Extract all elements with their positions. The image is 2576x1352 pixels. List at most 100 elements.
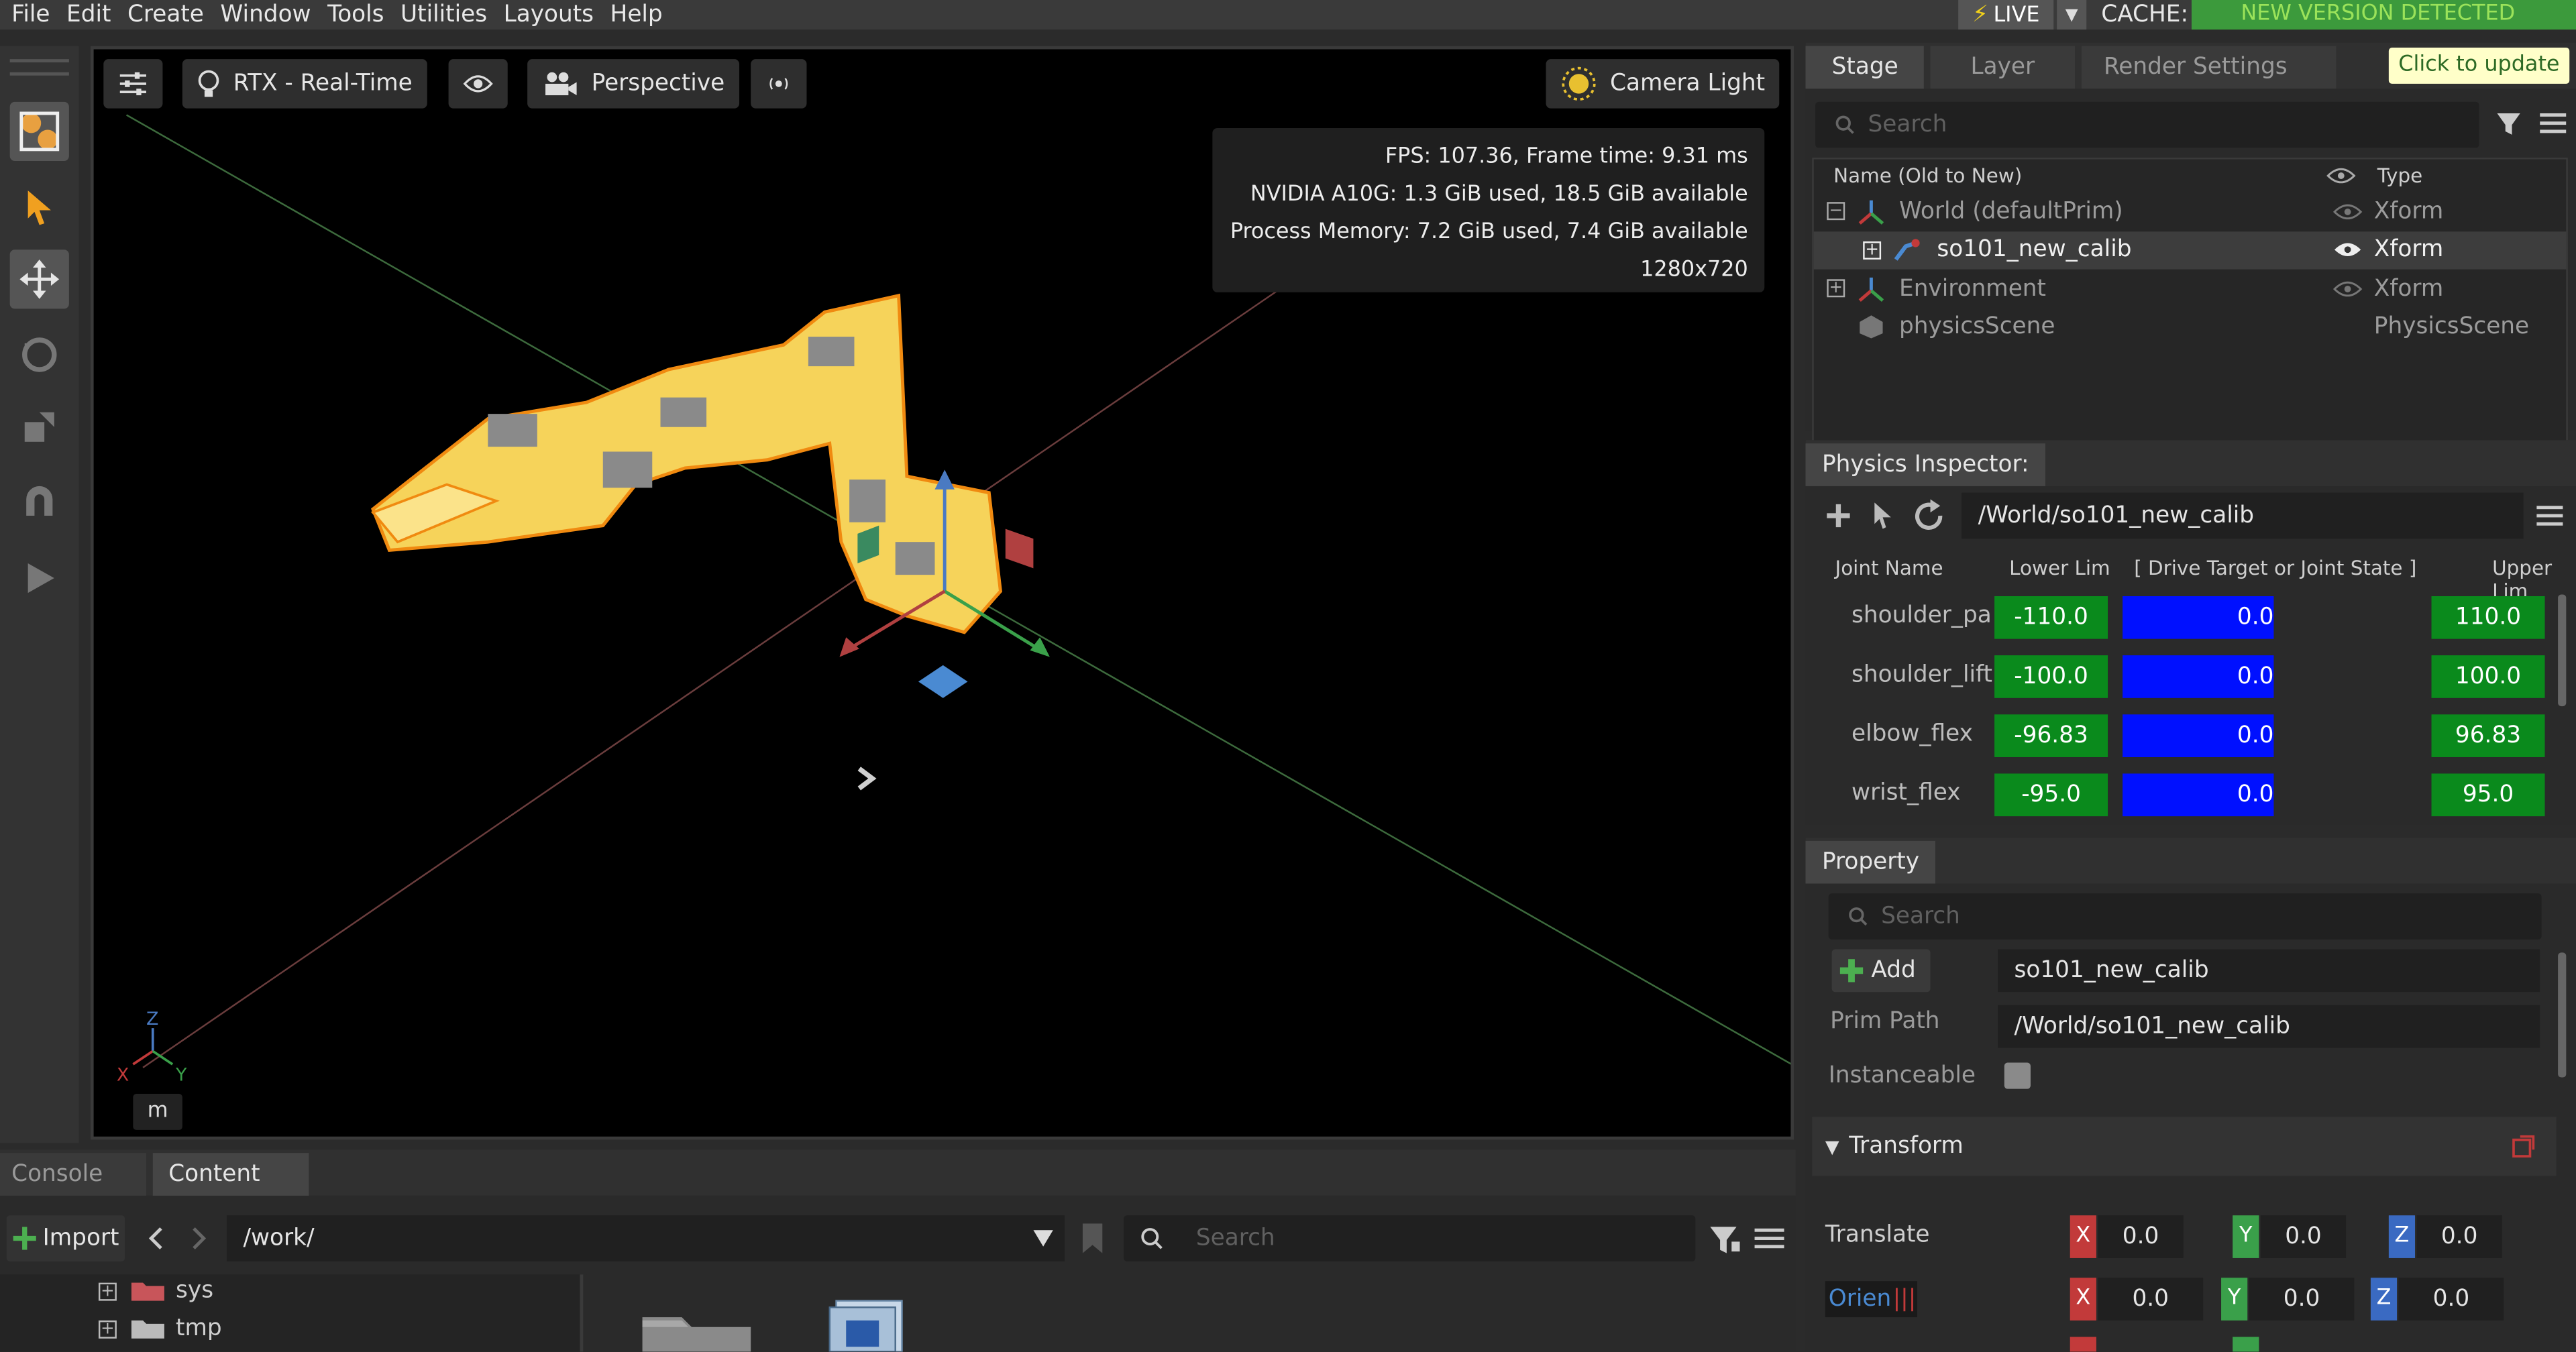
orient-z-field[interactable]: 0.0 [2398,1278,2504,1320]
menu-utilities[interactable]: Utilities [389,0,492,30]
select-mode-button[interactable] [9,101,69,162]
expand-icon[interactable]: + [98,1282,117,1300]
instanceable-checkbox[interactable] [2004,1062,2031,1089]
render-mode-button[interactable]: RTX - Real-Time [182,59,427,109]
scale-tool-button[interactable] [10,398,69,457]
visibility-icon[interactable] [2333,242,2363,258]
camera-button[interactable]: Perspective [527,59,740,109]
stage-row-so101[interactable]: + so101_new_calib Xform [1813,231,2567,270]
expand-icon[interactable]: + [1827,279,1845,298]
menu-help[interactable]: Help [598,0,667,30]
tab-console[interactable]: Console [0,1153,146,1196]
folder-icon [131,1282,164,1301]
upper-limit-field[interactable]: 110.0 [2431,596,2545,639]
lower-limit-field[interactable]: -110.0 [1994,596,2108,639]
chevron-right-icon[interactable] [857,767,877,791]
transform-section-header[interactable]: ▼ Transform [1812,1117,2557,1176]
toolbar-grip[interactable] [9,59,69,76]
viewport-settings-button[interactable] [103,59,163,109]
tree-item-sys[interactable]: + sys [98,1278,213,1304]
property-search-input[interactable]: Search [1828,893,2542,940]
menu-create[interactable]: Create [116,0,209,30]
drive-target-slider[interactable]: 0.0 [2123,773,2274,817]
filter-icon[interactable] [2496,112,2525,138]
back-icon[interactable] [148,1227,164,1249]
property-scrollbar[interactable] [2558,952,2567,1078]
rotate-tool-button[interactable] [10,325,69,384]
translate-y-field[interactable]: 0.0 [2260,1215,2347,1258]
menu-icon[interactable] [2536,504,2563,527]
orient-mode-button[interactable]: Orien ||| [1825,1281,1917,1318]
menu-icon[interactable] [2540,112,2567,135]
cache-status-banner[interactable]: NEW VERSION DETECTED [2191,0,2576,30]
tab-physics-inspector[interactable]: Physics Inspector: [1805,443,2046,486]
visibility-button[interactable] [448,59,508,109]
upper-limit-field[interactable]: 100.0 [2431,655,2545,698]
translate-x-field[interactable]: 0.0 [2098,1215,2184,1258]
tab-stage[interactable]: Stage [1805,46,1925,89]
add-icon[interactable] [1825,502,1851,528]
select-tool-button[interactable] [10,177,69,236]
live-button[interactable]: ⚡ LIVE [1958,0,2054,30]
physics-scrollbar[interactable] [2558,594,2567,707]
prim-name-field[interactable]: so101_new_calib [1997,949,2540,993]
visibility-icon[interactable] [2332,203,2363,219]
orient-y-field[interactable]: 0.0 [2249,1278,2355,1320]
unit-badge[interactable]: m [133,1094,182,1130]
audio-button[interactable] [751,59,807,109]
col-name-header[interactable]: Name (Old to New) [1833,164,2022,187]
forward-icon[interactable] [191,1227,207,1249]
orient-x-field[interactable]: 0.0 [2098,1278,2204,1320]
menu-file[interactable]: File [0,0,55,30]
lower-limit-field[interactable]: -96.83 [1994,714,2108,757]
stage-row-world[interactable]: − World (defaultPrim) Xform [1814,192,2567,231]
tree-item-tmp[interactable]: + tmp [98,1316,222,1342]
menu-tools[interactable]: Tools [316,0,389,30]
stage-row-physicsscene[interactable]: physicsScene PhysicsScene [1814,308,2567,347]
folder-thumbnail-icon[interactable] [639,1310,754,1352]
content-search-input[interactable]: Search [1124,1215,1696,1261]
visibility-icon[interactable] [2332,280,2363,296]
live-dropdown[interactable]: ▼ [2057,0,2087,30]
menu-window[interactable]: Window [209,0,316,30]
upper-limit-field[interactable]: 95.0 [2431,773,2545,817]
tab-property[interactable]: Property [1805,840,1936,884]
menu-edit[interactable]: Edit [55,0,116,30]
refresh-icon[interactable] [1911,499,1947,532]
tab-content[interactable]: Content [152,1153,310,1196]
play-button[interactable] [10,549,69,608]
tab-layer[interactable]: Layer [1931,46,2074,89]
menu-layouts[interactable]: Layouts [492,0,598,30]
stage-search-input[interactable]: Search [1815,101,2479,148]
snap-tool-button[interactable] [10,473,69,532]
pick-cursor-icon[interactable] [1871,501,1894,530]
expand-icon[interactable]: + [98,1319,117,1338]
update-button[interactable]: Click to update [2388,48,2570,84]
lower-limit-field[interactable]: -100.0 [1994,655,2108,698]
content-path-field[interactable]: /work/ [226,1215,1065,1261]
collapse-icon[interactable]: − [1827,202,1845,221]
move-tool-button[interactable] [9,249,69,309]
menu-icon[interactable] [1754,1227,1784,1249]
filter-icon[interactable] [1709,1225,1741,1255]
prim-path-field[interactable]: /World/so101_new_calib [1997,1005,2540,1048]
upper-limit-field[interactable]: 96.83 [2431,714,2545,757]
bookmark-icon[interactable] [1079,1222,1106,1255]
viewport[interactable]: Z X Y RTX - Real-Time Perspective Camera… [90,46,1794,1140]
drive-target-slider[interactable]: 0.0 [2123,596,2274,639]
camera-light-button[interactable]: Camera Light [1546,59,1780,109]
usd-file-thumbnail-icon[interactable] [820,1294,912,1352]
drive-target-slider[interactable]: 0.0 [2123,714,2274,757]
physics-path-field[interactable]: /World/so101_new_calib [1962,492,2524,539]
drive-target-slider[interactable]: 0.0 [2123,655,2274,698]
frame-icon[interactable] [2510,1133,2536,1160]
tab-render-settings[interactable]: Render Settings [2080,46,2337,89]
path-dropdown-icon[interactable] [1032,1229,1055,1248]
translate-z-field[interactable]: 0.0 [2416,1215,2502,1258]
lower-limit-field[interactable]: -95.0 [1994,773,2108,817]
import-button[interactable]: Import [6,1215,125,1261]
robot-arm-model[interactable] [370,293,1002,634]
stage-row-environment[interactable]: + Environment Xform [1814,270,2567,308]
add-property-button[interactable]: Add [1831,949,1931,993]
expand-icon[interactable]: + [1863,241,1882,260]
